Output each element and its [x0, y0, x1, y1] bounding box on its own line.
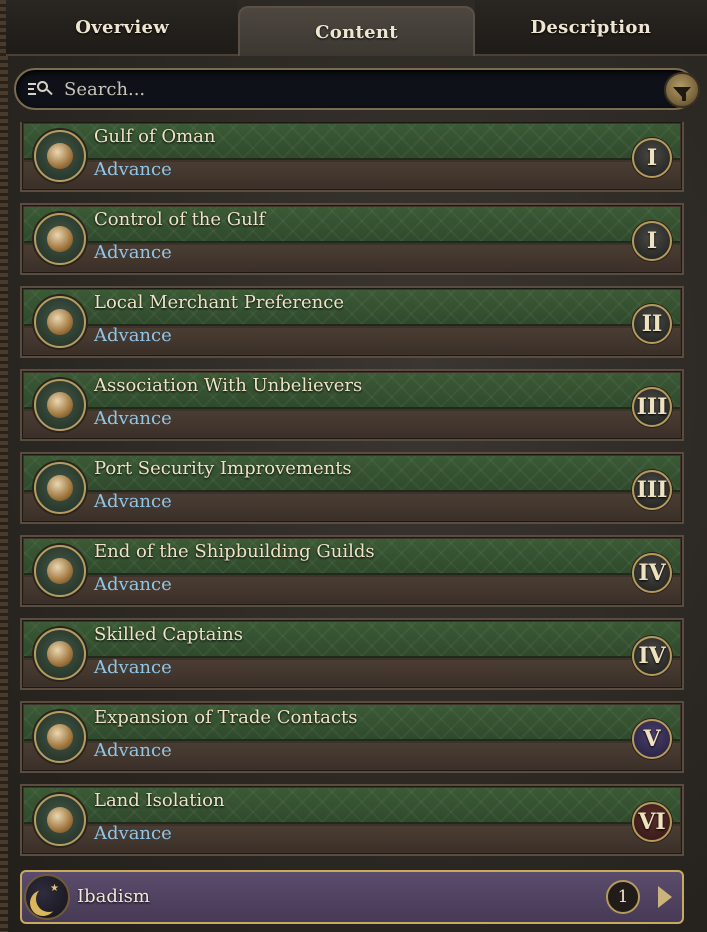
tier-badge: V — [632, 719, 672, 759]
item-subtitle: Advance — [94, 242, 172, 263]
tab-description[interactable]: Description — [474, 0, 707, 56]
religion-bar[interactable]: ★ Ibadism 1 — [20, 870, 684, 924]
religion-count-badge: 1 — [606, 880, 640, 914]
tier-badge: I — [632, 138, 672, 178]
advance-emblem-icon — [34, 794, 86, 846]
tab-overview[interactable]: Overview — [6, 0, 239, 56]
advance-emblem-icon — [34, 628, 86, 680]
advance-emblem-icon — [34, 545, 86, 597]
item-title: Port Security Improvements — [94, 458, 352, 479]
tab-bar: Overview Content Description — [6, 0, 707, 56]
advance-emblem-icon — [34, 296, 86, 348]
religion-name: Ibadism — [77, 886, 150, 907]
tier-badge: IV — [632, 636, 672, 676]
list-item[interactable]: Skilled Captains Advance IV — [20, 618, 684, 690]
search-icon — [28, 79, 54, 99]
item-subtitle: Advance — [94, 408, 172, 429]
search-bar — [14, 68, 700, 110]
list-item[interactable]: Land Isolation Advance VI — [20, 784, 684, 856]
tier-badge: III — [632, 387, 672, 427]
list-item[interactable]: Local Merchant Preference Advance II — [20, 286, 684, 358]
search-input[interactable] — [64, 78, 644, 100]
item-subtitle: Advance — [94, 491, 172, 512]
tier-badge: II — [632, 304, 672, 344]
advance-list: Gulf of Oman Advance I Control of the Gu… — [20, 122, 684, 862]
list-item[interactable]: Association With Unbelievers Advance III — [20, 369, 684, 441]
item-title: Gulf of Oman — [94, 126, 216, 147]
advance-emblem-icon — [34, 213, 86, 265]
list-item[interactable]: Expansion of Trade Contacts Advance V — [20, 701, 684, 773]
chevron-right-icon[interactable] — [658, 886, 672, 908]
panel-border — [0, 0, 8, 932]
tier-badge: VI — [632, 802, 672, 842]
item-subtitle: Advance — [94, 657, 172, 678]
item-subtitle: Advance — [94, 823, 172, 844]
item-title: Local Merchant Preference — [94, 292, 344, 313]
advance-emblem-icon — [34, 711, 86, 763]
advance-emblem-icon — [34, 462, 86, 514]
list-item[interactable]: Control of the Gulf Advance I — [20, 203, 684, 275]
item-title: Association With Unbelievers — [94, 375, 363, 396]
advance-emblem-icon — [34, 379, 86, 431]
item-subtitle: Advance — [94, 574, 172, 595]
list-item[interactable]: Gulf of Oman Advance I — [20, 122, 684, 192]
tier-badge: IV — [632, 553, 672, 593]
tier-badge: III — [632, 470, 672, 510]
item-title: Land Isolation — [94, 790, 225, 811]
item-title: Skilled Captains — [94, 624, 243, 645]
crescent-moon-icon: ★ — [24, 874, 70, 920]
item-title: End of the Shipbuilding Guilds — [94, 541, 375, 562]
item-subtitle: Advance — [94, 740, 172, 761]
filter-button[interactable] — [664, 72, 700, 108]
list-item[interactable]: End of the Shipbuilding Guilds Advance I… — [20, 535, 684, 607]
tab-content[interactable]: Content — [238, 6, 475, 56]
item-title: Control of the Gulf — [94, 209, 266, 230]
list-item[interactable]: Port Security Improvements Advance III — [20, 452, 684, 524]
tier-badge: I — [632, 221, 672, 261]
item-subtitle: Advance — [94, 159, 172, 180]
advance-emblem-icon — [34, 130, 86, 182]
item-subtitle: Advance — [94, 325, 172, 346]
item-title: Expansion of Trade Contacts — [94, 707, 358, 728]
